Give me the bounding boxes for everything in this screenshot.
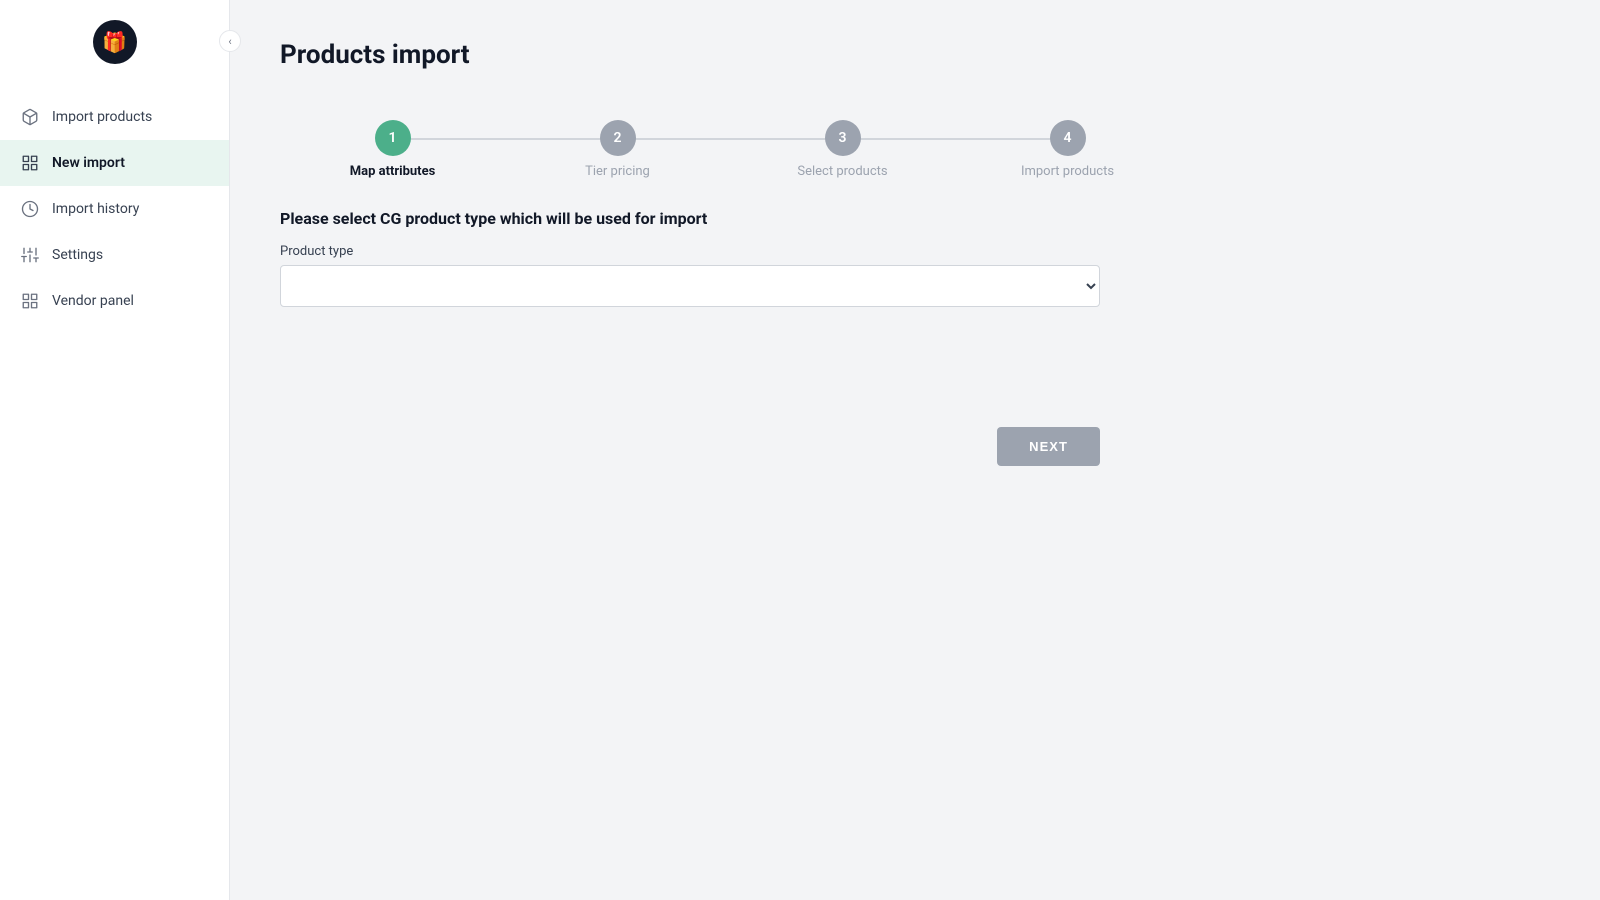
sidebar: 🎁 ‹ Import products [0,0,230,900]
step-4: 4 Import products [955,120,1180,179]
sidebar-item-new-import[interactable]: New import [0,140,229,186]
sidebar-item-vendor-panel-label: Vendor panel [52,293,134,309]
form-heading: Please select CG product type which will… [280,209,1550,228]
sliders-icon [20,245,40,265]
step-2-label: Tier pricing [585,164,650,179]
step-4-label: Import products [1021,164,1114,179]
stepper: 1 Map attributes 2 Tier pricing 3 Select… [280,110,1180,209]
form-section: Please select CG product type which will… [280,209,1550,307]
step-3-circle: 3 [825,120,861,156]
step-1-circle: 1 [375,120,411,156]
new-import-icon [20,153,40,173]
product-type-label: Product type [280,244,1550,259]
sidebar-item-settings[interactable]: Settings [0,232,229,278]
next-button[interactable]: NEXT [997,427,1100,466]
product-type-select[interactable] [280,265,1100,307]
sidebar-item-vendor-panel[interactable]: Vendor panel [0,278,229,324]
sidebar-item-import-history-label: Import history [52,201,139,217]
sidebar-logo: 🎁 [0,0,229,84]
sidebar-item-settings-label: Settings [52,247,103,263]
main-content: Products import 1 Map attributes 2 Tier … [230,0,1600,900]
sidebar-collapse-button[interactable]: ‹ [219,30,241,52]
package-icon [20,107,40,127]
step-4-circle: 4 [1050,120,1086,156]
sidebar-item-import-history[interactable]: Import history [0,186,229,232]
step-3: 3 Select products [730,120,955,179]
grid-icon [20,291,40,311]
sidebar-item-import-products[interactable]: Import products [0,94,229,140]
step-2: 2 Tier pricing [505,120,730,179]
app-logo: 🎁 [93,20,137,64]
actions-bar: NEXT [280,427,1100,466]
sidebar-item-import-products-label: Import products [52,109,152,125]
step-3-label: Select products [797,164,887,179]
clock-icon [20,199,40,219]
sidebar-item-new-import-label: New import [52,155,125,171]
step-1-label: Map attributes [350,164,436,179]
step-1: 1 Map attributes [280,120,505,179]
sidebar-nav: Import products New import [0,84,229,334]
page-title: Products import [280,40,1550,70]
step-2-circle: 2 [600,120,636,156]
